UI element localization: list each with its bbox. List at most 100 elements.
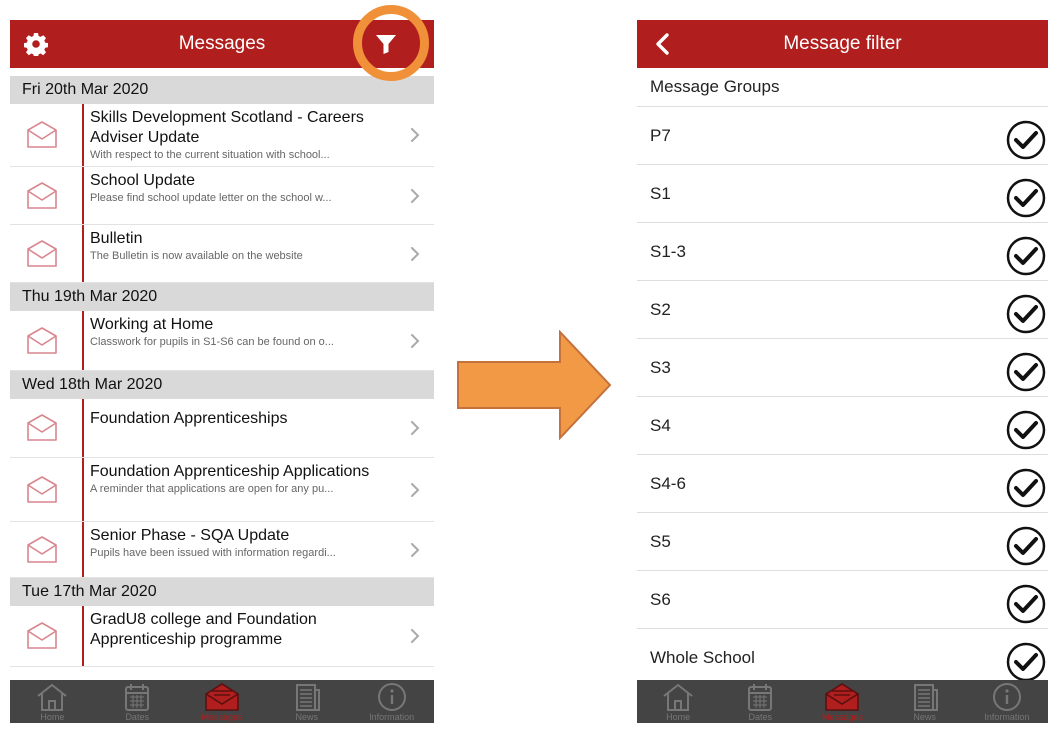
chevron-right-icon — [411, 189, 420, 203]
group-label: S4 — [650, 416, 671, 435]
group-row[interactable]: S4 — [637, 397, 1048, 455]
tab-messages[interactable]: Messages — [801, 680, 883, 723]
envelope-open-icon — [27, 622, 57, 649]
message-accent-bar — [82, 311, 84, 370]
filter-highlight-ring — [353, 5, 429, 81]
envelope-open-icon — [27, 536, 57, 563]
group-row[interactable]: S6 — [637, 571, 1048, 629]
tab-messages[interactable]: Messages — [180, 680, 265, 723]
message-item[interactable]: Foundation Apprenticeship Applications A … — [10, 458, 434, 522]
message-snippet: The Bulletin is now available on the web… — [90, 250, 303, 262]
message-snippet: Pupils have been issued with information… — [90, 547, 336, 559]
group-row[interactable]: S1 — [637, 165, 1048, 223]
envelope-open-icon — [27, 121, 57, 148]
section-header: Message Groups — [637, 68, 1048, 107]
message-item[interactable]: Skills Development Scotland - Careers Ad… — [10, 104, 434, 167]
checkmark-circle-icon[interactable] — [1006, 410, 1046, 450]
tab-label: Information — [369, 712, 415, 722]
chevron-right-icon — [411, 247, 420, 261]
message-text: Bulletin The Bulletin is now available on… — [90, 229, 404, 263]
newspaper-icon — [295, 684, 320, 711]
message-snippet: Classwork for pupils in S1-S6 can be fou… — [90, 336, 334, 348]
tab-label: Dates — [748, 712, 773, 722]
home-icon — [37, 683, 68, 711]
envelope-open-icon — [27, 182, 57, 209]
message-text: Skills Development Scotland - Careers Ad… — [90, 108, 404, 162]
tab-dates[interactable]: Dates — [95, 680, 180, 723]
checkmark-circle-icon[interactable] — [1006, 468, 1046, 508]
filter-header: Message filter — [637, 20, 1048, 68]
envelope-open-icon — [27, 240, 57, 267]
chevron-right-icon — [411, 128, 420, 142]
tab-home[interactable]: Home — [10, 680, 95, 723]
message-list[interactable]: Fri 20th Mar 2020 Skills Development Scot… — [10, 76, 434, 680]
message-title: Skills Development Scotland - Careers Ad… — [90, 109, 364, 146]
tab-bar: Home Dates Messages News Information — [10, 680, 434, 723]
message-snippet: Please find school update letter on the … — [90, 192, 332, 204]
date-header: Wed 18th Mar 2020 — [10, 371, 434, 399]
page-title: Message filter — [783, 33, 902, 54]
tab-label: Home — [666, 712, 691, 722]
tab-home[interactable]: Home — [637, 680, 719, 723]
message-title: Senior Phase - SQA Update — [90, 527, 290, 544]
message-text: Foundation Apprenticeships — [90, 409, 404, 429]
tab-news[interactable]: News — [884, 680, 966, 723]
checkmark-circle-icon[interactable] — [1006, 584, 1046, 624]
tab-information[interactable]: Information — [349, 680, 434, 723]
newspaper-icon — [913, 684, 938, 711]
message-item[interactable]: Senior Phase - SQA Update Pupils have bee… — [10, 522, 434, 578]
tab-label: Messages — [201, 712, 243, 722]
info-icon — [377, 683, 406, 711]
group-row[interactable]: S1-3 — [637, 223, 1048, 281]
message-text: Senior Phase - SQA Update Pupils have bee… — [90, 526, 404, 560]
envelope-icon — [825, 683, 860, 711]
message-item[interactable]: GradU8 college and Foundation Apprentice… — [10, 606, 434, 667]
group-row[interactable]: S5 — [637, 513, 1048, 571]
checkmark-circle-icon[interactable] — [1006, 352, 1046, 392]
checkmark-circle-icon[interactable] — [1006, 236, 1046, 276]
checkmark-circle-icon[interactable] — [1006, 178, 1046, 218]
group-row[interactable]: S4-6 — [637, 455, 1048, 513]
tab-dates[interactable]: Dates — [719, 680, 801, 723]
message-item[interactable]: Foundation Apprenticeships — [10, 399, 434, 458]
group-label: S1 — [650, 184, 671, 203]
message-title: Working at Home — [90, 316, 214, 333]
tab-label: Dates — [125, 712, 149, 722]
group-label: S6 — [650, 590, 671, 609]
tab-information[interactable]: Information — [966, 680, 1048, 723]
envelope-icon — [205, 683, 239, 711]
checkmark-circle-icon[interactable] — [1006, 642, 1046, 682]
message-title: Bulletin — [90, 230, 143, 247]
group-row[interactable]: Whole School — [637, 629, 1048, 687]
messages-screen: Messages Fri 20th Mar 2020 Skills Develop… — [10, 20, 434, 723]
message-item[interactable]: School Update Please find school update l… — [10, 167, 434, 225]
message-filter-screen: Message filter Message Groups P7 S1 S1-3 S2… — [637, 20, 1048, 723]
group-row[interactable]: P7 — [637, 107, 1048, 165]
tab-label: Messages — [821, 712, 863, 722]
message-snippet: A reminder that applications are open fo… — [90, 483, 334, 495]
message-text: School Update Please find school update l… — [90, 171, 404, 205]
date-header: Thu 19th Mar 2020 — [10, 283, 434, 311]
home-icon — [663, 683, 693, 711]
checkmark-circle-icon[interactable] — [1006, 120, 1046, 160]
group-label: Whole School — [650, 648, 755, 667]
message-item[interactable]: Bulletin The Bulletin is now available on… — [10, 225, 434, 283]
tab-news[interactable]: News — [264, 680, 349, 723]
checkmark-circle-icon[interactable] — [1006, 526, 1046, 566]
tab-label: News — [913, 712, 936, 722]
group-row[interactable]: S3 — [637, 339, 1048, 397]
tab-label: Information — [984, 712, 1030, 722]
chevron-right-icon — [411, 629, 420, 643]
chevron-right-icon — [411, 543, 420, 557]
message-accent-bar — [82, 522, 84, 577]
message-item[interactable]: Working at Home Classwork for pupils in S… — [10, 311, 434, 371]
message-accent-bar — [82, 167, 84, 224]
group-label: S3 — [650, 358, 671, 377]
checkmark-circle-icon[interactable] — [1006, 294, 1046, 334]
envelope-open-icon — [27, 414, 57, 441]
envelope-open-icon — [27, 327, 57, 354]
calendar-icon — [748, 684, 773, 711]
group-row[interactable]: S2 — [637, 281, 1048, 339]
group-label: S2 — [650, 300, 671, 319]
tab-label: Home — [40, 712, 65, 722]
